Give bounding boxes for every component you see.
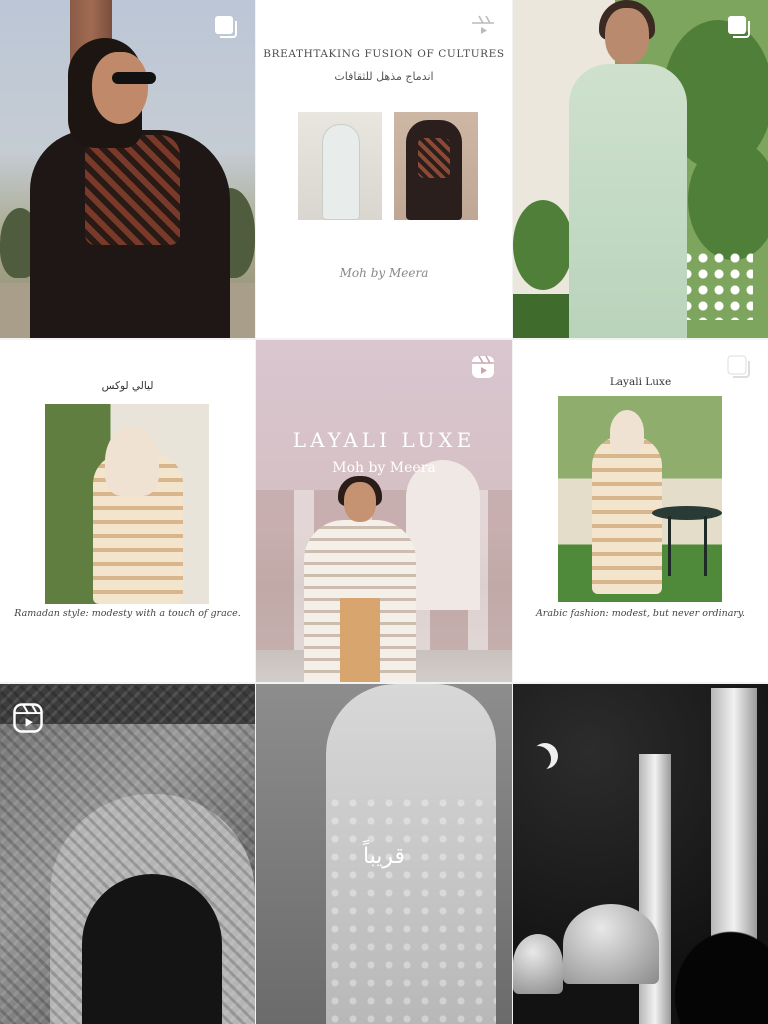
robe bbox=[592, 436, 662, 594]
mint-dress bbox=[569, 64, 687, 338]
card-subtitle: اندماج مذهل للثقافات bbox=[334, 70, 434, 83]
post-tile-3[interactable] bbox=[513, 0, 768, 338]
post-tile-2[interactable]: BREATHTAKING FUSION OF CULTURES اندماج م… bbox=[256, 0, 512, 338]
coming-soon-text: قريباً bbox=[362, 844, 406, 869]
card-caption: Ramadan style: modesty with a touch of g… bbox=[14, 608, 241, 619]
post-tile-4[interactable]: ليالي لوكس Ramadan style: modesty with a… bbox=[0, 340, 255, 682]
post-tile-5[interactable]: LAYALI LUXE Moh by Meera bbox=[256, 340, 512, 682]
reel-subtitle: Moh by Meera bbox=[332, 460, 436, 476]
face bbox=[92, 52, 148, 124]
skirt bbox=[340, 598, 380, 682]
card-title: ليالي لوكس bbox=[101, 380, 154, 392]
dome bbox=[513, 934, 563, 994]
post-tile-7[interactable] bbox=[0, 684, 255, 1024]
post-tile-6[interactable]: Layali Luxe Arabic fashion: modest, but … bbox=[513, 340, 768, 682]
ground bbox=[513, 294, 573, 338]
carousel-icon bbox=[726, 14, 752, 40]
reel-title: LAYALI LUXE bbox=[292, 428, 476, 452]
black-dress-figure bbox=[406, 120, 462, 220]
card-photo bbox=[45, 404, 209, 604]
card-caption: Arabic fashion: modest, but never ordina… bbox=[535, 608, 746, 619]
embroidery bbox=[85, 135, 180, 245]
headscarf bbox=[105, 426, 159, 496]
arch-doorway bbox=[82, 874, 222, 1024]
headscarf bbox=[610, 410, 644, 454]
sunglasses bbox=[112, 72, 156, 84]
post-tile-9[interactable] bbox=[513, 684, 768, 1024]
face bbox=[344, 482, 376, 522]
table-leg bbox=[704, 516, 707, 576]
reel-icon bbox=[470, 14, 496, 40]
arch bbox=[406, 460, 480, 610]
bush bbox=[688, 140, 768, 260]
carousel-icon bbox=[726, 354, 752, 380]
card-title: BREATHTAKING FUSION OF CULTURES bbox=[263, 48, 505, 60]
bush bbox=[513, 200, 573, 290]
carousel-icon bbox=[213, 14, 239, 40]
brand-logo: Moh by Meera bbox=[339, 266, 429, 280]
palm-tree bbox=[633, 884, 768, 1024]
post-grid: BREATHTAKING FUSION OF CULTURES اندماج م… bbox=[0, 0, 768, 1024]
white-dress-figure bbox=[322, 124, 360, 220]
table bbox=[652, 506, 722, 520]
reel-icon bbox=[470, 354, 496, 380]
face bbox=[605, 8, 649, 64]
crescent-moon-icon bbox=[525, 746, 551, 772]
table-leg bbox=[668, 516, 671, 576]
card-photo bbox=[558, 396, 722, 602]
post-tile-8[interactable]: قريباً bbox=[256, 684, 512, 1024]
reel-icon bbox=[12, 702, 44, 734]
embroidery-pattern bbox=[326, 794, 496, 1024]
post-tile-1[interactable] bbox=[0, 0, 255, 338]
